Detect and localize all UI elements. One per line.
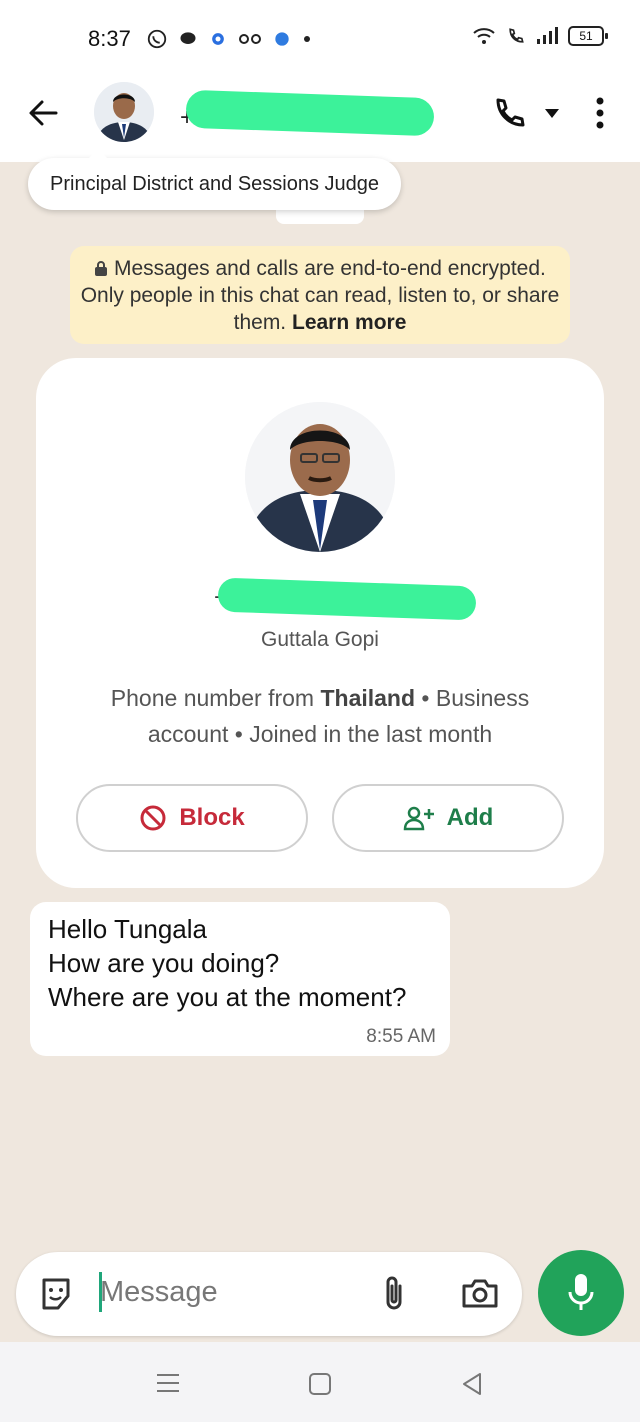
home-icon[interactable] <box>308 1372 332 1396</box>
phone-call-icon[interactable] <box>488 94 528 134</box>
contact-profile-photo[interactable] <box>245 402 395 552</box>
add-label: Add <box>446 804 494 831</box>
contact-name: Guttala Gopi <box>261 628 379 651</box>
message-line: How are you doing? <box>48 948 280 978</box>
back-arrow-icon[interactable] <box>26 96 60 130</box>
more-options-icon[interactable] <box>592 96 608 130</box>
message-composer[interactable] <box>16 1252 522 1336</box>
encryption-notice[interactable]: Messages and calls are end-to-end encryp… <box>70 246 570 344</box>
microphone-icon <box>568 1274 594 1310</box>
info-country: Thailand <box>320 685 416 711</box>
message-input[interactable]: Message <box>100 1276 218 1309</box>
contact-details: Phone number from Thailand • Business ac… <box>86 680 554 752</box>
attach-icon[interactable] <box>380 1274 408 1314</box>
battery-indicator: 51 <box>568 26 608 46</box>
back-icon[interactable] <box>460 1372 484 1396</box>
person-photo-icon <box>94 82 154 142</box>
chat-bubble-icon <box>180 32 196 44</box>
message-line: Where are you at the moment? <box>48 982 407 1012</box>
person-photo-icon <box>245 402 395 552</box>
chevron-down-icon[interactable] <box>542 106 562 120</box>
app-icon <box>275 32 289 46</box>
message-line: Hello Tungala <box>48 914 207 944</box>
learn-more-link[interactable]: Learn more <box>292 311 406 334</box>
status-system-icons: 51 <box>472 26 608 46</box>
dot-icon <box>304 36 310 42</box>
status-notification-icons <box>146 28 312 50</box>
message-timestamp: 8:55 AM <box>366 1026 436 1047</box>
add-contact-button[interactable]: Add <box>332 784 564 852</box>
info-prefix: Phone number from <box>110 685 315 711</box>
incoming-message-bubble[interactable]: Hello Tungala How are you doing? Where a… <box>30 902 450 1056</box>
whatsapp-icon <box>147 29 167 49</box>
voice-message-button[interactable] <box>538 1250 624 1336</box>
block-button[interactable]: Block <box>76 784 308 852</box>
sticker-icon[interactable] <box>38 1276 74 1312</box>
lock-icon <box>95 261 108 276</box>
signal-icon <box>537 27 558 44</box>
contact-about-tooltip: Principal District and Sessions Judge <box>28 149 402 210</box>
call-signal-icon <box>509 28 524 43</box>
glasses-icon <box>239 34 261 44</box>
menu-icon[interactable] <box>156 1372 180 1394</box>
camera-icon[interactable] <box>460 1276 500 1310</box>
status-time: 8:37 <box>88 26 131 51</box>
block-label: Block <box>179 804 245 831</box>
wifi-icon <box>473 28 495 44</box>
gear-icon <box>212 33 224 45</box>
add-user-icon <box>403 806 434 831</box>
block-icon <box>140 805 166 831</box>
contact-avatar[interactable] <box>94 82 154 142</box>
